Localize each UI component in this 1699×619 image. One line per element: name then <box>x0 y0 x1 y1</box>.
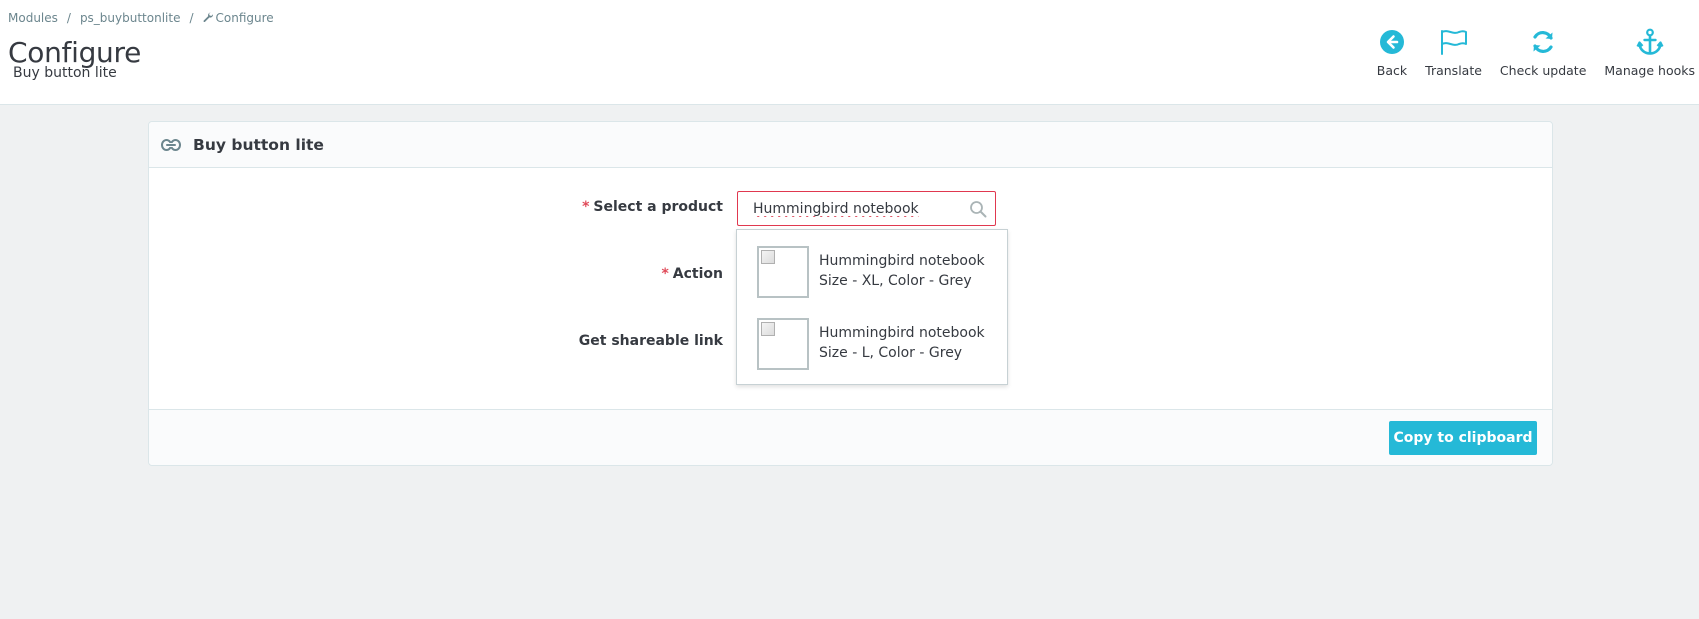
breadcrumb-current: Configure <box>215 11 274 25</box>
product-thumbnail <box>757 246 809 298</box>
toolbar: Back Translate Check update Manage hooks <box>1363 26 1699 84</box>
suggestion-item[interactable]: Hummingbird notebook Size - XL, Color - … <box>737 246 1007 318</box>
manage-hooks-label: Manage hooks <box>1604 63 1695 78</box>
translate-button[interactable]: Translate <box>1421 26 1486 78</box>
page-header: Modules / ps_buybuttonlite / Configure C… <box>0 0 1699 105</box>
required-marker: * <box>582 199 590 215</box>
flag-icon <box>1439 26 1469 58</box>
check-update-label: Check update <box>1499 63 1587 78</box>
breadcrumb: Modules / ps_buybuttonlite / Configure <box>8 11 274 25</box>
back-label: Back <box>1376 63 1408 78</box>
shareable-link-label: Get shareable link <box>578 333 723 349</box>
check-update-button[interactable]: Check update <box>1496 26 1590 78</box>
back-button[interactable]: Back <box>1373 26 1411 78</box>
product-thumbnail <box>757 318 809 370</box>
back-circle-icon <box>1377 26 1407 58</box>
required-marker: * <box>661 266 669 282</box>
product-search-field <box>737 191 996 226</box>
product-label: * Select a product <box>582 199 723 215</box>
suggestion-name: Hummingbird notebook <box>819 325 985 341</box>
suggestion-attributes: Size - XL, Color - Grey <box>819 273 972 289</box>
panel-heading: Buy button lite <box>149 122 1552 168</box>
breadcrumb-separator: / <box>66 11 71 25</box>
breadcrumb-modules[interactable]: Modules <box>8 11 58 25</box>
breadcrumb-separator: / <box>189 11 194 25</box>
translate-label: Translate <box>1425 63 1482 78</box>
copy-to-clipboard-button[interactable]: Copy to clipboard <box>1389 421 1537 455</box>
breadcrumb-module-name[interactable]: ps_buybuttonlite <box>80 11 181 25</box>
product-search-input[interactable] <box>738 192 995 225</box>
search-icon <box>969 200 987 218</box>
link-icon <box>161 138 183 152</box>
product-row: * Select a product <box>149 191 1552 226</box>
refresh-icon <box>1528 26 1558 58</box>
panel-title: Buy button lite <box>193 135 324 154</box>
product-suggestions-dropdown: Hummingbird notebook Size - XL, Color - … <box>736 229 1008 385</box>
action-label: * Action <box>661 266 723 282</box>
panel-footer: Copy to clipboard <box>149 409 1552 465</box>
suggestion-attributes: Size - L, Color - Grey <box>819 345 963 361</box>
anchor-icon <box>1635 26 1665 58</box>
manage-hooks-button[interactable]: Manage hooks <box>1600 26 1699 78</box>
suggestion-name: Hummingbird notebook <box>819 253 985 269</box>
wrench-icon <box>203 12 213 25</box>
page-subtitle: Buy button lite <box>13 65 117 81</box>
suggestion-item[interactable]: Hummingbird notebook Size - L, Color - G… <box>737 318 1007 390</box>
